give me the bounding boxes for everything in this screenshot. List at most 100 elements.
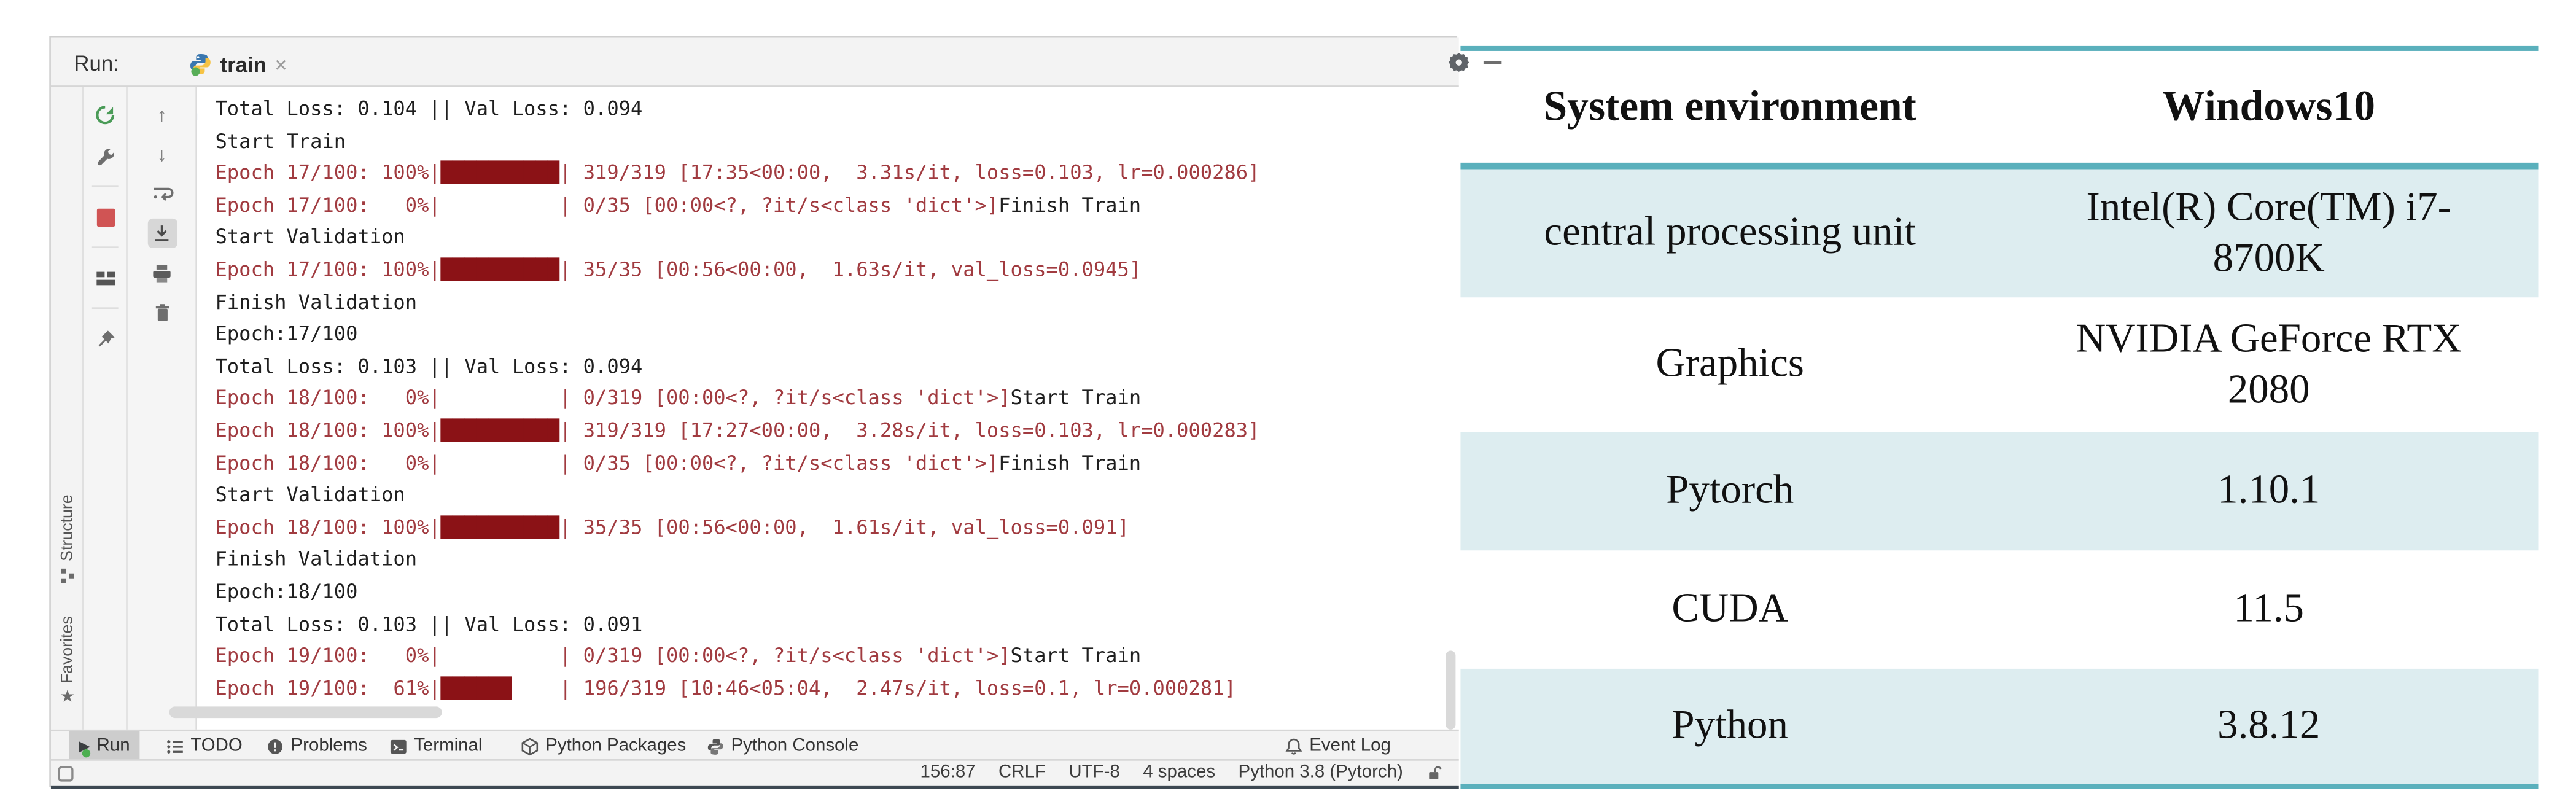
toolwindow-run[interactable]: ▶ Run <box>69 731 139 761</box>
rerun-button[interactable] <box>90 100 120 130</box>
console-line: Epoch 18/100: 0%| | 0/319 [00:00<?, ?it/… <box>215 383 1458 415</box>
python-interpreter[interactable]: Python 3.8 (Pytorch) <box>1238 762 1403 782</box>
event-log-icon <box>1285 737 1302 755</box>
table-row-graphics: Graphics NVIDIA GeForce RTX 2080 <box>1460 297 2538 432</box>
up-stack-trace-icon[interactable]: ↑ <box>147 100 176 130</box>
clear-all-trash-icon[interactable] <box>147 297 176 327</box>
row-value: 1.10.1 <box>1999 466 2539 517</box>
window-bottom-border <box>51 786 1459 789</box>
run-toolbar-left <box>84 87 128 730</box>
console-line: Epoch 18/100: 0%| | 0/35 [00:00<?, ?it/s… <box>215 448 1458 480</box>
tab-close-icon[interactable]: × <box>274 53 287 75</box>
divider <box>92 246 119 248</box>
terminal-icon <box>389 737 407 755</box>
console-line: Start Validation <box>215 222 1458 254</box>
table-border-header <box>1460 163 2538 170</box>
console-line: Finish Validation <box>215 544 1458 576</box>
row-label: Pytorch <box>1460 466 1999 517</box>
table-row-cpu: central processing unit Intel(R) Core(TM… <box>1460 170 2538 298</box>
table-border-top <box>1460 46 2538 51</box>
stage: Run: train × <box>0 0 2576 807</box>
system-environment-table: System environment Windows10 central pro… <box>1460 46 2538 789</box>
toolwindow-todo-label: TODO <box>190 736 242 756</box>
console-line: Finish Validation <box>215 287 1458 319</box>
tool-window-bar: ▶ Run TODO <box>51 730 1459 759</box>
file-encoding[interactable]: UTF-8 <box>1068 762 1119 782</box>
table-header-label: System environment <box>1460 80 1999 133</box>
horizontal-scrollbar-thumb[interactable] <box>169 706 442 718</box>
console-line: Epoch 17/100: 100%|██████████| 319/319 [… <box>215 158 1458 190</box>
structure-icon <box>60 568 75 583</box>
divider <box>92 307 119 309</box>
toolwindow-python-console-label: Python Console <box>731 736 859 756</box>
toolwindow-terminal[interactable]: Terminal <box>379 731 492 761</box>
table-row-pytorch: Pytorch 1.10.1 <box>1460 432 2538 551</box>
console-line: Epoch 17/100: 0%| | 0/35 [00:00<?, ?it/s… <box>215 190 1458 222</box>
console-line: Epoch:17/100 <box>215 319 1458 351</box>
unlock-icon[interactable] <box>1426 763 1442 781</box>
row-value: 11.5 <box>1999 584 2539 636</box>
vertical-scrollbar-thumb[interactable] <box>1446 650 1455 729</box>
table-row-cuda: CUDA 11.5 <box>1460 550 2538 669</box>
pin-icon[interactable] <box>90 324 120 353</box>
table-header-row: System environment Windows10 <box>1460 51 2538 163</box>
divider <box>92 185 119 187</box>
python-file-icon <box>189 53 212 76</box>
console-line: Total Loss: 0.103 || Val Loss: 0.094 <box>215 351 1458 383</box>
restore-layout-icon[interactable] <box>90 263 120 292</box>
status-bar: 156:87 CRLF UTF-8 4 spaces Python 3.8 (P… <box>51 759 1459 786</box>
caret-position[interactable]: 156:87 <box>920 762 976 782</box>
console-line: Epoch 19/100: 61%|██████ | 196/319 [10:4… <box>215 673 1458 705</box>
tab-train[interactable]: train × <box>189 44 287 84</box>
console-line: Total Loss: 0.104 || Val Loss: 0.094 <box>215 93 1458 125</box>
console-line: Epoch 17/100: 100%|██████████| 35/35 [00… <box>215 255 1458 287</box>
indent-style[interactable]: 4 spaces <box>1143 762 1215 782</box>
toolwindow-todo[interactable]: TODO <box>156 731 252 761</box>
table-row-python: Python 3.8.12 <box>1460 669 2538 784</box>
console-line: Epoch 18/100: 100%|██████████| 319/319 [… <box>215 416 1458 448</box>
sidebar-item-favorites[interactable]: Favorites ★ <box>51 616 84 706</box>
down-stack-trace-icon[interactable]: ↓ <box>147 139 176 169</box>
table-border-bottom <box>1460 784 2538 789</box>
row-label: CUDA <box>1460 584 1999 636</box>
row-label: central processing unit <box>1460 208 1999 259</box>
line-separator[interactable]: CRLF <box>998 762 1046 782</box>
stop-button[interactable] <box>90 202 120 232</box>
row-label: Python <box>1460 701 1999 752</box>
toolwindow-problems-label: Problems <box>291 736 367 756</box>
row-value: 3.8.12 <box>1999 701 2539 752</box>
console-line: Epoch 18/100: 100%|██████████| 35/35 [00… <box>215 512 1458 544</box>
tab-train-label: train <box>220 52 267 76</box>
row-value: NVIDIA GeForce RTX 2080 <box>1999 313 2539 416</box>
left-tool-rail: Structure Favorites ★ <box>51 87 84 730</box>
scroll-to-end-icon[interactable] <box>147 219 176 248</box>
python-packages-icon <box>521 737 539 755</box>
console-line: Start Validation <box>215 480 1458 512</box>
toolwindow-python-packages-label: Python Packages <box>545 736 686 756</box>
tool-window-switcher-icon[interactable] <box>58 766 74 782</box>
event-log-label: Event Log <box>1309 736 1391 756</box>
run-toolbar-console: ↑ ↓ <box>128 87 197 730</box>
structure-label: Structure <box>58 494 76 561</box>
toolwindow-python-console[interactable]: Python Console <box>696 731 868 761</box>
screenshot-canvas: Run: train × <box>0 0 2576 807</box>
settings-wrench-icon[interactable] <box>90 141 120 171</box>
run-window-title: Run: <box>74 51 119 76</box>
python-console-icon <box>706 737 724 755</box>
toolwindow-problems[interactable]: Problems <box>256 731 377 761</box>
favorites-label: Favorites <box>58 616 76 684</box>
soft-wrap-icon[interactable] <box>147 179 176 209</box>
todo-list-icon <box>166 737 184 755</box>
toolwindow-run-label: Run <box>97 736 130 756</box>
run-window-header: Run: train × <box>51 38 1459 87</box>
console-line: Epoch 19/100: 0%| | 0/319 [00:00<?, ?it/… <box>215 641 1458 673</box>
run-play-icon: ▶ <box>79 739 90 754</box>
print-icon[interactable] <box>147 258 176 287</box>
toolwindow-terminal-label: Terminal <box>414 736 482 756</box>
run-console-output[interactable]: Total Loss: 0.104 || Val Loss: 0.094 Star… <box>197 87 1459 730</box>
table-header-value: Windows10 <box>1999 80 2539 133</box>
toolwindow-python-packages[interactable]: Python Packages <box>511 731 696 761</box>
row-label: Graphics <box>1460 339 1999 391</box>
event-log-button[interactable]: Event Log <box>1275 731 1401 761</box>
sidebar-item-structure[interactable]: Structure <box>51 494 84 582</box>
